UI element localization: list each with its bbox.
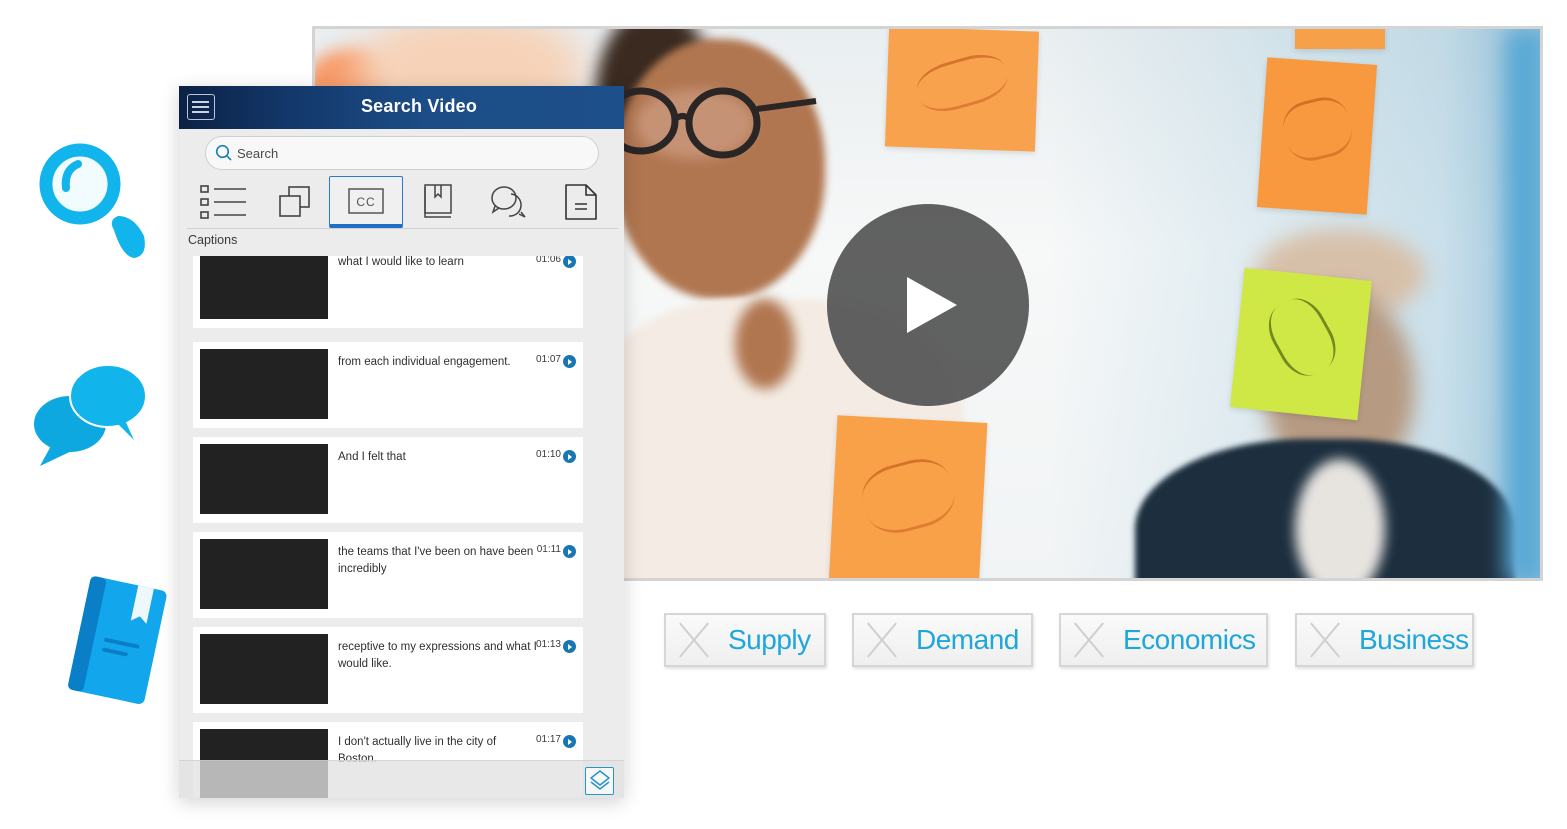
magnifier-icon [38, 142, 150, 266]
play-button[interactable] [827, 204, 1029, 406]
layers-icon [589, 770, 610, 790]
book-icon [64, 574, 168, 710]
chat-bubbles-icon [30, 360, 152, 475]
caption-item[interactable]: receptive to my expressions and what I w… [193, 627, 583, 713]
tag-label: Supply [728, 624, 811, 655]
search-input[interactable] [237, 145, 567, 161]
view-toolbar: CC [179, 176, 624, 228]
caption-text: what I would like to learn [338, 256, 464, 268]
tag-label: Demand [916, 624, 1019, 655]
panel-title: Search Video [360, 96, 478, 116]
caption-timestamp: 01:13 [535, 639, 561, 650]
hamburger-icon [192, 101, 209, 103]
copy-icon [279, 186, 310, 217]
caption-item[interactable]: And I felt that 01:10 [193, 437, 583, 523]
play-caption-icon[interactable] [563, 355, 576, 368]
notes-tab[interactable] [551, 176, 611, 228]
play-caption-icon[interactable] [563, 256, 576, 268]
panel-footer [179, 760, 624, 798]
tag-label: Business [1359, 624, 1469, 655]
bookmark-book-icon [424, 184, 452, 218]
tag-chip-economics[interactable]: Economics [1059, 613, 1268, 667]
caption-thumbnail [200, 539, 328, 609]
caption-text: And I felt that [338, 451, 406, 463]
toolbar-divider [187, 228, 618, 229]
caption-text: receptive to my expressions and what I w… [338, 641, 537, 670]
search-icon [215, 144, 232, 161]
bookmarks-tab[interactable] [411, 176, 465, 228]
play-icon [907, 277, 957, 333]
caption-timestamp: 01:07 [535, 354, 561, 365]
remove-tag-icon[interactable] [1305, 620, 1345, 660]
caption-thumbnail [200, 256, 328, 319]
remove-tag-icon[interactable] [1069, 620, 1109, 660]
chat-bubbles-icon [491, 186, 526, 218]
menu-button[interactable] [187, 94, 215, 120]
caption-item[interactable]: what I would like to learn 01:06 [193, 256, 583, 328]
panel-header: Search Video [179, 86, 624, 129]
comments-tab[interactable] [481, 176, 537, 228]
document-icon [565, 184, 597, 220]
captions-list[interactable]: what I would like to learn 01:06 from ea… [193, 256, 585, 798]
play-caption-icon[interactable] [563, 735, 576, 748]
caption-text: the teams that I've been on have been in… [338, 546, 534, 575]
svg-text:CC: CC [356, 195, 375, 209]
remove-tag-icon[interactable] [862, 620, 902, 660]
tag-label: Economics [1123, 624, 1256, 655]
caption-timestamp: 01:10 [535, 449, 561, 460]
caption-item[interactable]: from each individual engagement. 01:07 [193, 342, 583, 428]
remove-tag-icon[interactable] [674, 620, 714, 660]
glasses-graphic [603, 87, 817, 159]
list-view-tab[interactable] [193, 176, 253, 228]
closed-captions-icon: CC [348, 187, 384, 214]
tag-chip-supply[interactable]: Supply [664, 613, 826, 667]
clips-tab[interactable] [267, 176, 323, 228]
caption-item[interactable]: the teams that I've been on have been in… [193, 532, 583, 618]
play-caption-icon[interactable] [563, 545, 576, 558]
caption-thumbnail [200, 349, 328, 419]
tag-chip-demand[interactable]: Demand [852, 613, 1033, 667]
play-caption-icon[interactable] [563, 640, 576, 653]
caption-thumbnail [200, 634, 328, 704]
caption-text: from each individual engagement. [338, 356, 511, 368]
tag-chip-business[interactable]: Business [1295, 613, 1474, 667]
captions-tab[interactable]: CC [329, 176, 403, 228]
play-caption-icon[interactable] [563, 450, 576, 463]
layers-button[interactable] [585, 767, 614, 795]
section-label: Captions [188, 233, 238, 247]
caption-timestamp: 01:06 [535, 256, 561, 265]
list-icon [200, 185, 246, 219]
search-field[interactable] [205, 136, 599, 170]
caption-thumbnail [200, 444, 328, 514]
caption-timestamp: 01:11 [536, 544, 561, 555]
search-video-panel: Search Video Search CC Captions what I w… [179, 86, 624, 798]
caption-timestamp: 01:17 [535, 734, 561, 745]
